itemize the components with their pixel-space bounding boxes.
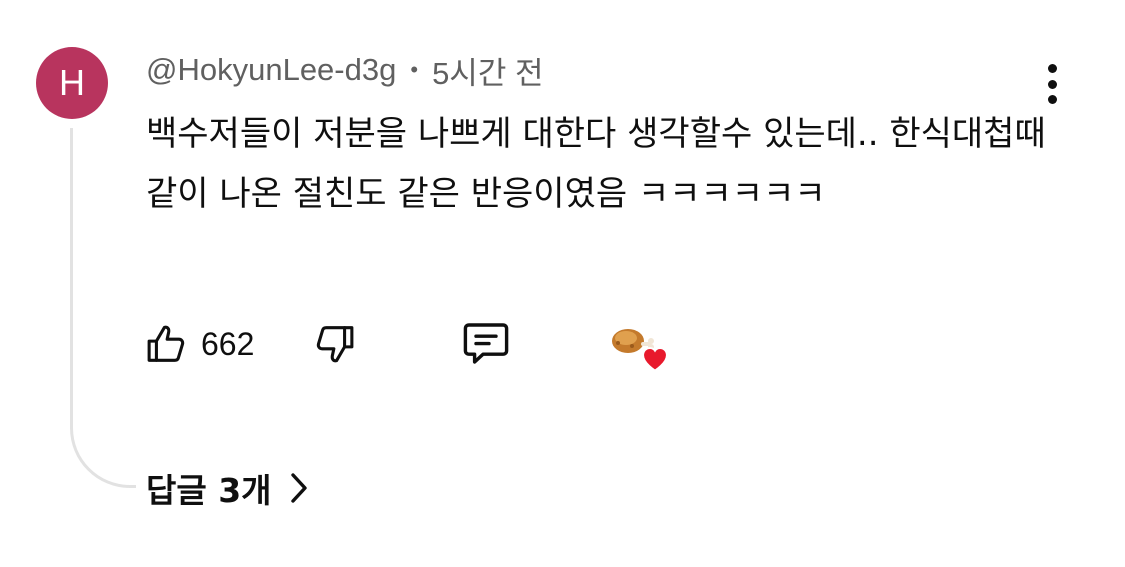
more-dot	[1047, 79, 1057, 89]
more-dot	[1047, 95, 1057, 104]
comment-timestamp[interactable]: 5시간 전	[432, 48, 543, 93]
comment-actions: 662	[0, 314, 1125, 374]
replies-toggle[interactable]: 답글 3개	[146, 462, 308, 514]
reply-bubble-icon	[463, 323, 509, 364]
header-separator: •	[410, 57, 419, 82]
creator-heart-wrap	[608, 314, 672, 374]
avatar[interactable]: H	[36, 47, 108, 119]
replies-label: 답글 3개	[146, 471, 272, 510]
creator-heart-badge	[608, 314, 672, 374]
chevron-right-icon	[290, 473, 307, 503]
author-handle[interactable]: @HokyunLee-d3g	[146, 52, 396, 88]
thread-line	[70, 128, 136, 488]
more-dot	[1047, 64, 1057, 73]
thumbs-down-icon	[316, 326, 354, 363]
comment-header: @HokyunLee-d3g • 5시간 전	[146, 48, 543, 93]
reply-button[interactable]	[460, 314, 512, 374]
more-vert-icon[interactable]	[1032, 60, 1072, 108]
like-button[interactable]: 662	[143, 314, 254, 374]
thumbs-up-icon	[147, 325, 185, 362]
creator-heart-icon	[642, 347, 668, 372]
like-count: 662	[201, 325, 255, 362]
dislike-button[interactable]	[312, 314, 358, 374]
comment-text: 백수저들이 저분을 나쁘게 대한다 생각할수 있는데.. 한식대첩때 같이 나온…	[146, 114, 1046, 214]
